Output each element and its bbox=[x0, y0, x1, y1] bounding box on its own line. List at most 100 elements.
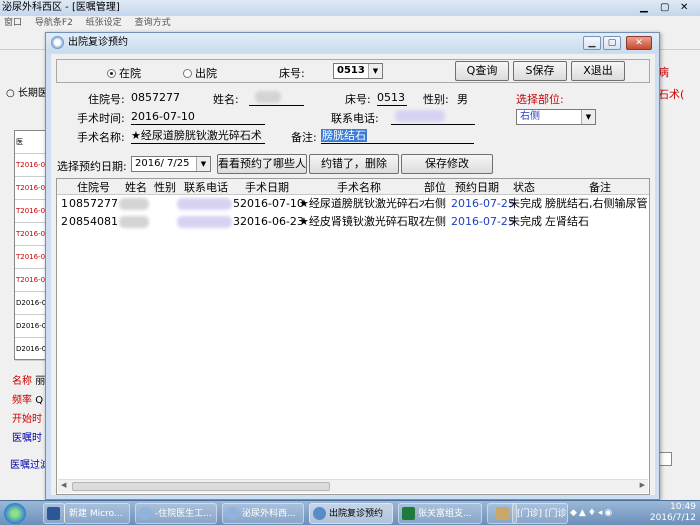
col-appt-date[interactable]: 预约日期 bbox=[455, 179, 499, 195]
appointment-table: 住院号 姓名 性别 联系电话 手术日期 手术名称 部位 预约日期 状态 备注 1… bbox=[56, 178, 650, 495]
appointment-dialog: 出院复诊预约 ▁ ▢ ✕ 在院 出院 床号: 0513 ▼ Q查询 S保存 X退… bbox=[45, 32, 660, 500]
taskbar-item-excel[interactable]: 张关富组支... bbox=[398, 503, 482, 524]
bed-select-value: 0513 bbox=[337, 65, 365, 76]
menu-paper-setup[interactable]: 纸张设定 bbox=[86, 18, 122, 28]
maximize-icon[interactable]: ▢ bbox=[660, 0, 669, 16]
radio-discharged[interactable]: 出院 bbox=[183, 65, 217, 81]
minimize-icon[interactable]: ▁ bbox=[640, 0, 648, 16]
taskbar-item-appointment[interactable]: 出院复诊预约 bbox=[309, 503, 393, 524]
bg-order-filter-label: 医嘱过滤 bbox=[10, 460, 50, 471]
radio-dot-selected bbox=[107, 69, 116, 78]
cell-appt-date: 2016-07-25 bbox=[451, 215, 515, 228]
cell-note: 左肾结石 bbox=[545, 215, 589, 228]
bg-grid-row[interactable]: T2016-0 bbox=[15, 154, 47, 177]
cell-surgery-name: ★经皮肾镜钬激光碎石取石术 bbox=[299, 215, 424, 228]
search-bar: 在院 出院 床号: 0513 ▼ Q查询 S保存 X退出 bbox=[56, 59, 650, 83]
save-button[interactable]: S保存 bbox=[513, 61, 567, 81]
col-gender[interactable]: 性别 bbox=[154, 179, 176, 195]
bg-label-name: 名称 bbox=[12, 376, 32, 387]
col-surgery-name[interactable]: 手术名称 bbox=[337, 179, 381, 195]
horizontal-scrollbar[interactable]: ◀ ▶ bbox=[58, 479, 648, 493]
bg-grid-row[interactable]: T2016-0 bbox=[15, 177, 47, 200]
chevron-down-icon[interactable]: ▼ bbox=[581, 110, 595, 124]
start-button[interactable] bbox=[4, 503, 26, 524]
system-tray-icons[interactable]: ◆▲♦◂◉ bbox=[570, 508, 614, 518]
phone-label: 联系电话: bbox=[331, 112, 379, 125]
bg-right-red-text: 病 石术( bbox=[658, 62, 684, 106]
query-button[interactable]: Q查询 bbox=[455, 61, 509, 81]
bg-grid-row[interactable]: T2016-0 bbox=[15, 246, 47, 269]
taskbar-item-label: 出院复诊预约 bbox=[329, 509, 384, 519]
cell-phone-tail: 5 bbox=[233, 197, 240, 210]
bg-grid-row[interactable]: D2016-0 bbox=[15, 338, 47, 361]
taskbar-item-label: -住院医生工... bbox=[155, 509, 212, 519]
scrollbar-thumb[interactable] bbox=[72, 482, 330, 491]
table-row[interactable]: 1 0857277 5 2016-07-10 ★经尿道膀胱钬激光碎石术 右侧 2… bbox=[57, 195, 649, 212]
clock[interactable]: 10:49 2016/7/12 bbox=[650, 502, 696, 524]
radio-in-hospital[interactable]: 在院 bbox=[107, 65, 141, 81]
cell-site: 右侧 bbox=[424, 197, 446, 210]
menu-query-mode[interactable]: 查询方式 bbox=[135, 18, 171, 28]
col-site[interactable]: 部位 bbox=[424, 179, 446, 195]
note-label: 备注: bbox=[291, 131, 317, 144]
bg-label-frequency: 频率 bbox=[12, 395, 32, 406]
scroll-left-icon[interactable]: ◀ bbox=[61, 481, 66, 489]
dialog-maximize-icon[interactable]: ▢ bbox=[603, 36, 621, 50]
main-window-title-bar: 泌尿外科西区 - [医嘱管理] ▁ ▢ ✕ bbox=[0, 0, 700, 16]
col-name[interactable]: 姓名 bbox=[125, 179, 147, 195]
menu-window[interactable]: 窗口 bbox=[4, 18, 22, 28]
bg-grid-row[interactable]: T2016-0 bbox=[15, 223, 47, 246]
app-icon bbox=[313, 507, 326, 520]
col-note[interactable]: 备注 bbox=[589, 179, 611, 195]
bg-grid-row[interactable]: D2016-0 bbox=[15, 292, 47, 315]
col-patient-id[interactable]: 住院号 bbox=[77, 179, 110, 195]
taskbar-item-clinic[interactable]: [门诊] [门诊... bbox=[512, 503, 568, 524]
excel-icon bbox=[402, 507, 415, 520]
menu-navbar[interactable]: 导航条F2 bbox=[35, 18, 73, 28]
taskbar-item-new-doc[interactable]: 新建 Micro... bbox=[64, 503, 130, 524]
taskbar-item-doctor-station[interactable]: -住院医生工... bbox=[135, 503, 217, 524]
view-appointments-button[interactable]: 看看预约了哪些人 bbox=[217, 154, 307, 174]
bg-value-frequency: Q bbox=[35, 395, 44, 406]
row-index: 1 bbox=[61, 197, 68, 210]
dialog-title: 出院复诊预约 bbox=[68, 37, 128, 48]
taskbar-item-urology[interactable]: 泌尿外科西... bbox=[222, 503, 304, 524]
taskbar-word-icon[interactable] bbox=[43, 503, 65, 524]
col-surgery-date[interactable]: 手术日期 bbox=[245, 179, 289, 195]
delete-appointment-button[interactable]: 约错了，删除 bbox=[309, 154, 399, 174]
col-phone[interactable]: 联系电话 bbox=[184, 179, 228, 195]
appt-date-value: 2016/ 7/25 bbox=[135, 158, 190, 169]
bg-grid-header: 医 bbox=[15, 131, 47, 154]
surgery-name-label: 手术名称: bbox=[77, 131, 125, 144]
bg-radio-long-term[interactable]: ○ 长期医 bbox=[6, 84, 48, 99]
dialog-minimize-icon[interactable]: ▁ bbox=[583, 36, 601, 50]
bg-right-checkbox[interactable] bbox=[658, 452, 672, 466]
dialog-title-bar: 出院复诊预约 ▁ ▢ ✕ bbox=[46, 33, 659, 53]
app-icon bbox=[139, 507, 152, 520]
cell-status: 未完成 bbox=[509, 215, 542, 228]
scroll-right-icon[interactable]: ▶ bbox=[640, 481, 645, 489]
exit-button[interactable]: X退出 bbox=[571, 61, 625, 81]
patient-id-value: 0857277 bbox=[131, 91, 180, 104]
site-select[interactable]: 右侧 ▼ bbox=[516, 109, 596, 125]
close-icon[interactable]: ✕ bbox=[680, 0, 688, 16]
col-status[interactable]: 状态 bbox=[513, 179, 535, 195]
table-row[interactable]: 2 0854081 3 2016-06-23 ★经皮肾镜钬激光碎石取石术 左侧 … bbox=[57, 213, 649, 230]
appt-date-picker[interactable]: 2016/ 7/25 ▼ bbox=[131, 156, 211, 172]
name-label: 姓名: bbox=[213, 93, 239, 106]
chevron-down-icon[interactable]: ▼ bbox=[196, 157, 210, 171]
taskbar-item-label: 张关富组支... bbox=[418, 509, 472, 519]
bg-grid-row[interactable]: T2016-0 bbox=[15, 269, 47, 292]
chevron-down-icon[interactable]: ▼ bbox=[368, 64, 382, 78]
bg-grid-row[interactable]: D2016-0 bbox=[15, 315, 47, 338]
dialog-close-icon[interactable]: ✕ bbox=[626, 36, 652, 50]
note-field[interactable]: 膀胱结石 bbox=[321, 129, 474, 144]
cell-surgery-date: 2016-06-23 bbox=[240, 215, 304, 228]
taskbar: 新建 Micro... -住院医生工... 泌尿外科西... 出院复诊预约 张关… bbox=[0, 500, 700, 525]
patient-id-label: 住院号: bbox=[88, 93, 125, 106]
bg-grid-row[interactable]: T2016-0 bbox=[15, 200, 47, 223]
cell-patient-id: 0854081 bbox=[69, 215, 118, 228]
save-changes-button[interactable]: 保存修改 bbox=[401, 154, 493, 174]
main-menu-bar: 窗口 导航条F2 纸张设定 查询方式 bbox=[0, 16, 700, 30]
bed-select[interactable]: 0513 ▼ bbox=[333, 63, 383, 79]
